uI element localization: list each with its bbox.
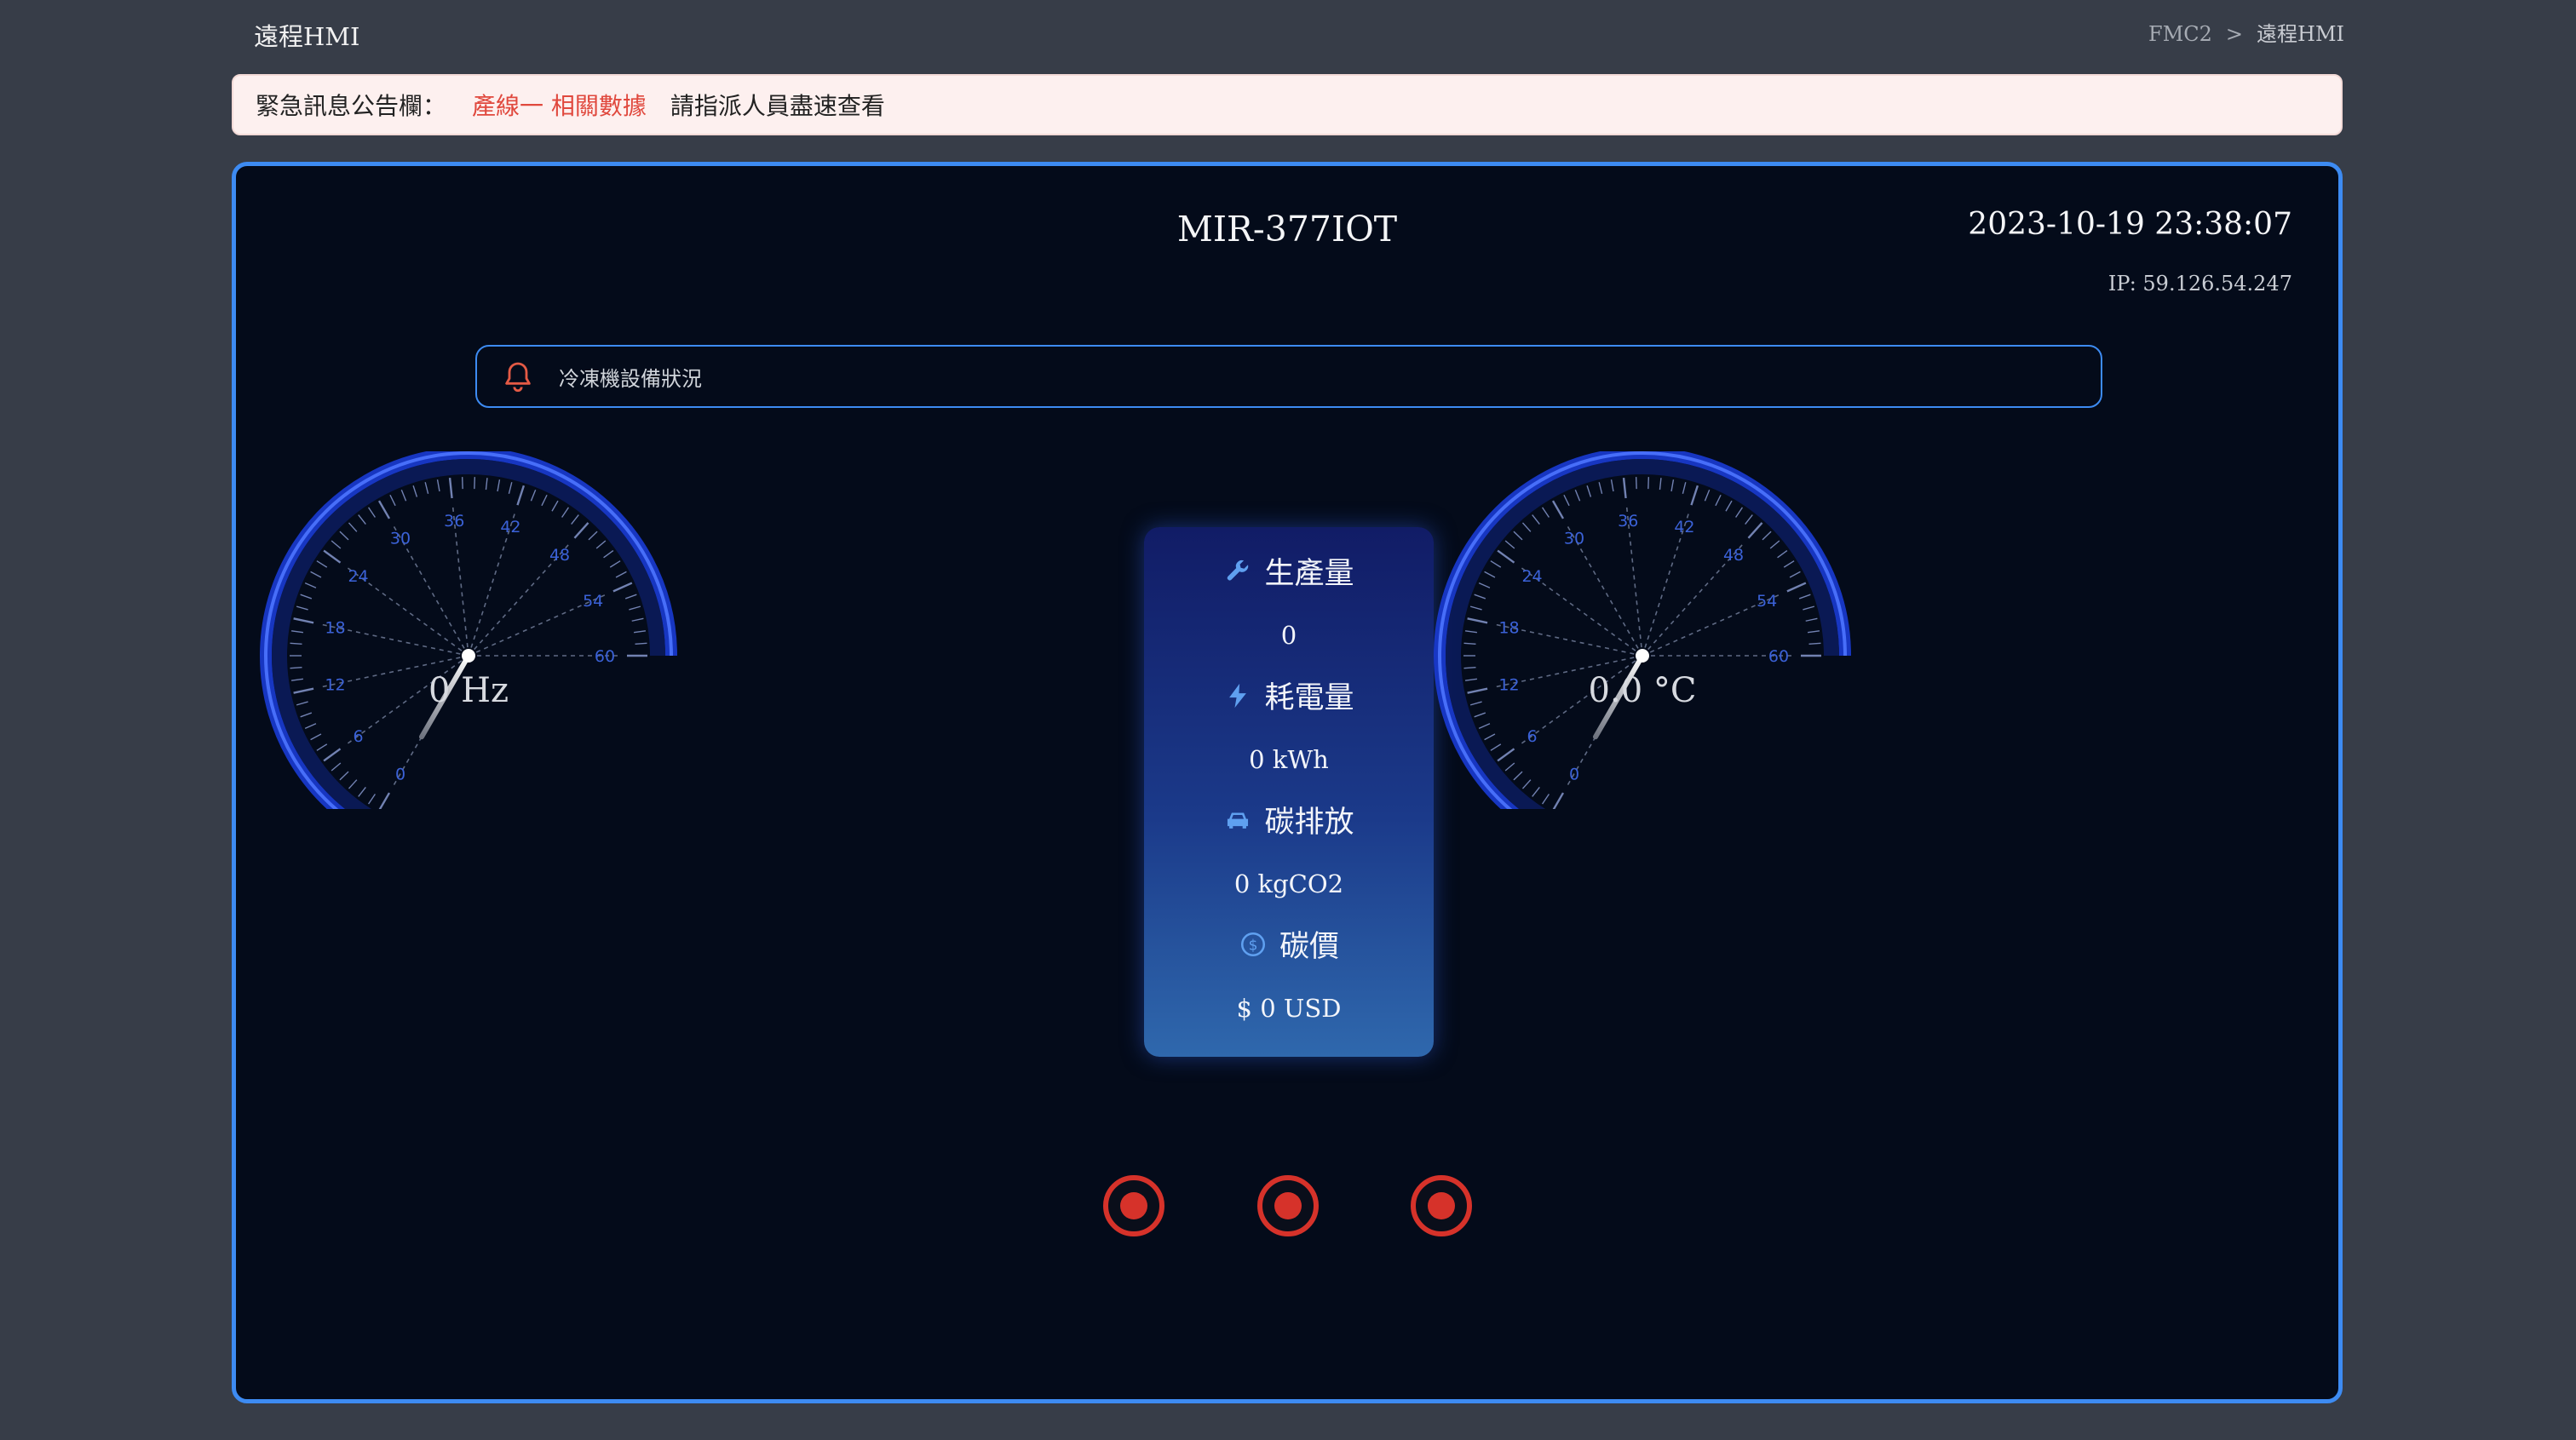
car-icon [1228, 812, 1249, 829]
gauge-tick-label: 6 [354, 727, 364, 746]
production-label-text: 生產量 [1264, 557, 1354, 591]
gauge-tick-label: 42 [500, 518, 520, 536]
gauge-tick-label: 60 [1768, 647, 1789, 666]
status-indicator-1[interactable] [1103, 1175, 1164, 1236]
production-label: 生產量 [1144, 549, 1434, 593]
breadcrumb-current: 遠程HMI [2257, 22, 2344, 46]
gauge-tick-label: 48 [1723, 546, 1744, 565]
gauge-tick-label: 12 [1498, 675, 1519, 694]
breadcrumb-parent[interactable]: FMC2 [2148, 22, 2212, 46]
gauge-tick-label: 12 [325, 675, 345, 694]
stats-card: 生產量 0 耗電量 0 kWh 碳排放 0 kgCO2 $ 碳價 $ 0 USD [1144, 527, 1434, 1057]
status-indicator-2[interactable] [1257, 1175, 1319, 1236]
gauge-readout: 0.0 °C [1589, 671, 1697, 710]
gauge-tick-label: 18 [1498, 619, 1519, 638]
gauge-tick-label: 0 [395, 766, 405, 784]
datetime: 2023-10-19 23:38:07 [1968, 207, 2292, 242]
gauge-tick-label: 42 [1674, 518, 1694, 536]
lightning-icon [1229, 683, 1247, 708]
frequency-gauge: 0 6 12 18 24 30 36 42 48 54 60 0 Hz [256, 451, 681, 809]
status-indicator-3[interactable] [1411, 1175, 1472, 1236]
gauge-tick-label: 36 [1618, 512, 1638, 531]
price-label-text: 碳價 [1279, 930, 1339, 964]
notice-label: 緊急訊息公告欄： [256, 92, 447, 120]
price-label: $ 碳價 [1144, 922, 1434, 966]
carbon-label: 碳排放 [1144, 798, 1434, 841]
temperature-gauge: 0 6 12 18 24 30 36 42 48 54 60 0.0 °C [1429, 451, 1855, 809]
svg-text:$: $ [1249, 937, 1258, 954]
gauge-hub [462, 649, 475, 663]
carbon-label-text: 碳排放 [1264, 806, 1354, 840]
gauge-tick-label: 6 [1527, 727, 1538, 746]
gauge-tick-label: 48 [549, 546, 570, 565]
gauge-tick-label: 30 [390, 529, 411, 548]
gauge-readout: 0 Hz [428, 671, 509, 710]
notice-message: 請指派人員盡速查看 [670, 92, 885, 120]
production-value: 0 [1280, 621, 1297, 650]
gauge-tick-label: 60 [595, 647, 615, 666]
price-value: $ 0 USD [1236, 994, 1342, 1023]
gauge-hub [1636, 649, 1649, 663]
breadcrumb-separator: > [2225, 22, 2244, 46]
gauge-tick-label: 0 [1569, 766, 1579, 784]
gauge-tick-label: 18 [325, 619, 345, 638]
dollar-circle-icon: $ [1240, 932, 1266, 956]
power-label: 耗電量 [1144, 674, 1434, 717]
status-bar-text: 冷凍機設備狀況 [559, 366, 702, 391]
gauge-tick-label: 24 [348, 567, 368, 586]
frequency-gauge-dial: 0 6 12 18 24 30 36 42 48 54 60 0 Hz [260, 451, 677, 809]
gauge-tick-label: 54 [583, 592, 603, 611]
power-value: 0 kWh [1249, 745, 1329, 774]
gauge-tick-label: 54 [1757, 592, 1777, 611]
carbon-value: 0 kgCO2 [1233, 869, 1344, 898]
app-title: 遠程HMI [254, 22, 360, 51]
wrench-icon [1228, 559, 1249, 580]
equipment-status-bar[interactable]: 冷凍機設備狀況 [475, 345, 2102, 408]
emergency-notice-bar: 緊急訊息公告欄： 產線一 相關數據 請指派人員盡速查看 [232, 74, 2343, 135]
power-label-text: 耗電量 [1264, 681, 1354, 715]
bell-icon [505, 362, 531, 393]
temperature-gauge-dial: 0 6 12 18 24 30 36 42 48 54 60 0.0 °C [1434, 451, 1851, 809]
gauge-tick-label: 24 [1521, 567, 1542, 586]
gauge-tick-label: 30 [1564, 529, 1584, 548]
gauge-tick-label: 36 [444, 512, 464, 531]
ip-address: IP: 59.126.54.247 [2107, 272, 2292, 295]
breadcrumb: FMC2 > 遠程HMI [2148, 17, 2344, 47]
notice-highlight-link[interactable]: 產線一 相關數據 [472, 88, 647, 122]
